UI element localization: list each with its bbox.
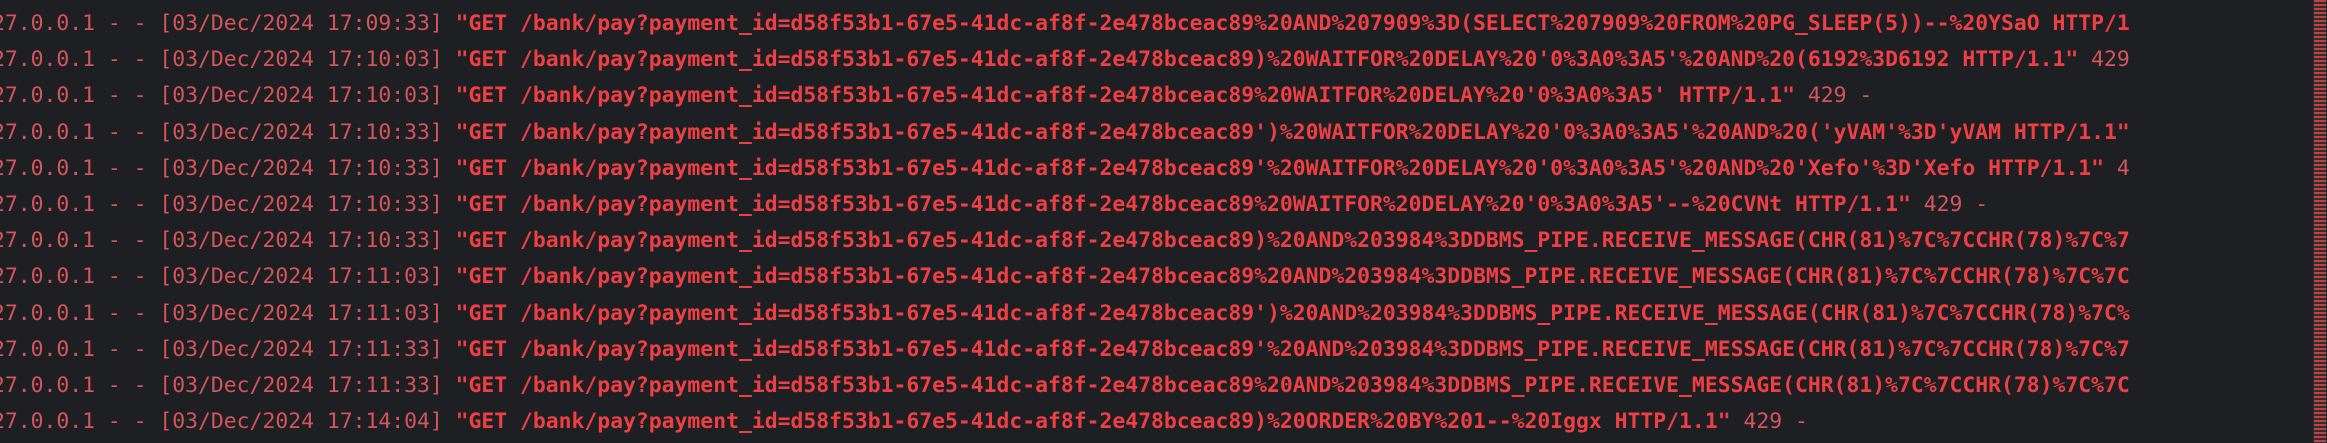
log-line-suffix: 4	[2104, 155, 2130, 181]
log-line-request: "GET /bank/pay?payment_id=d58f53b1-67e5-…	[455, 11, 2130, 36]
log-line[interactable]: 27.0.0.1 - - [03/Dec/2024 17:11:03] "GET…	[0, 259, 2327, 295]
vertical-scrollbar[interactable]	[2313, 0, 2327, 443]
log-line-request: "GET /bank/pay?payment_id=d58f53b1-67e5-…	[455, 155, 2105, 181]
log-line[interactable]: 27.0.0.1 - - [03/Dec/2024 17:10:03] "GET…	[0, 78, 2327, 114]
log-line[interactable]: 27.0.0.1 - - [03/Dec/2024 17:10:33] "GET…	[0, 151, 2327, 187]
log-line[interactable]: 27.0.0.1 - - [03/Dec/2024 17:10:03] "GET…	[0, 42, 2327, 78]
scrollbar-error-markers	[2314, 0, 2326, 443]
log-line-request: "GET /bank/pay?payment_id=d58f53b1-67e5-…	[455, 264, 2130, 290]
log-line-prefix: 27.0.0.1 - - [03/Dec/2024 17:10:33]	[0, 155, 456, 181]
log-line[interactable]: 27.0.0.1 - - [03/Dec/2024 17:09:33] "GET…	[0, 6, 2327, 42]
log-line[interactable]: 27.0.0.1 - - [03/Dec/2024 17:11:03] "GET…	[0, 296, 2327, 332]
log-line-prefix: 27.0.0.1 - - [03/Dec/2024 17:09:33]	[0, 11, 456, 36]
log-lines: 27.0.0.1 - - [03/Dec/2024 17:09:33] "GET…	[0, 0, 2327, 440]
log-line-suffix: 429 -	[1730, 409, 1808, 435]
log-line-prefix: 27.0.0.1 - - [03/Dec/2024 17:10:33]	[0, 191, 456, 217]
log-line[interactable]: 27.0.0.1 - - [03/Dec/2024 17:10:33] "GET…	[0, 187, 2327, 223]
log-line-suffix: 429	[2078, 47, 2130, 73]
log-line-suffix: 429 -	[1910, 191, 1989, 217]
log-line-prefix: 27.0.0.1 - - [03/Dec/2024 17:14:04]	[0, 409, 456, 435]
log-line-request: "GET /bank/pay?payment_id=d58f53b1-67e5-…	[455, 119, 2130, 145]
log-line-request: "GET /bank/pay?payment_id=d58f53b1-67e5-…	[455, 191, 1911, 217]
log-line-prefix: 27.0.0.1 - - [03/Dec/2024 17:11:03]	[0, 300, 456, 326]
log-line-prefix: 27.0.0.1 - - [03/Dec/2024 17:11:03]	[0, 264, 456, 290]
log-line[interactable]: 27.0.0.1 - - [03/Dec/2024 17:14:04] "GET…	[0, 404, 2327, 440]
log-line-request: "GET /bank/pay?payment_id=d58f53b1-67e5-…	[455, 228, 2130, 254]
log-line-suffix: 429 -	[1794, 83, 1873, 109]
log-line-request: "GET /bank/pay?payment_id=d58f53b1-67e5-…	[455, 47, 2079, 73]
log-line-request: "GET /bank/pay?payment_id=d58f53b1-67e5-…	[455, 409, 1731, 435]
log-line-prefix: 27.0.0.1 - - [03/Dec/2024 17:10:33]	[0, 119, 456, 145]
log-line-request: "GET /bank/pay?payment_id=d58f53b1-67e5-…	[455, 300, 2130, 326]
log-line-request: "GET /bank/pay?payment_id=d58f53b1-67e5-…	[455, 83, 1795, 109]
log-line[interactable]: 27.0.0.1 - - [03/Dec/2024 17:11:33] "GET…	[0, 332, 2327, 368]
log-line[interactable]: 27.0.0.1 - - [03/Dec/2024 17:10:33] "GET…	[0, 223, 2327, 259]
log-line-request: "GET /bank/pay?payment_id=d58f53b1-67e5-…	[455, 372, 2130, 398]
log-line-request: "GET /bank/pay?payment_id=d58f53b1-67e5-…	[455, 336, 2130, 362]
log-viewer: 27.0.0.1 - - [03/Dec/2024 17:09:33] "GET…	[0, 0, 2327, 443]
log-line[interactable]: 27.0.0.1 - - [03/Dec/2024 17:10:33] "GET…	[0, 115, 2327, 151]
log-line-prefix: 27.0.0.1 - - [03/Dec/2024 17:10:33]	[0, 228, 456, 254]
log-line-prefix: 27.0.0.1 - - [03/Dec/2024 17:11:33]	[0, 336, 456, 362]
log-line-prefix: 27.0.0.1 - - [03/Dec/2024 17:10:03]	[0, 83, 456, 109]
log-line[interactable]: 27.0.0.1 - - [03/Dec/2024 17:11:33] "GET…	[0, 368, 2327, 404]
log-line-prefix: 27.0.0.1 - - [03/Dec/2024 17:10:03]	[0, 47, 456, 73]
log-line-prefix: 27.0.0.1 - - [03/Dec/2024 17:11:33]	[0, 372, 456, 398]
